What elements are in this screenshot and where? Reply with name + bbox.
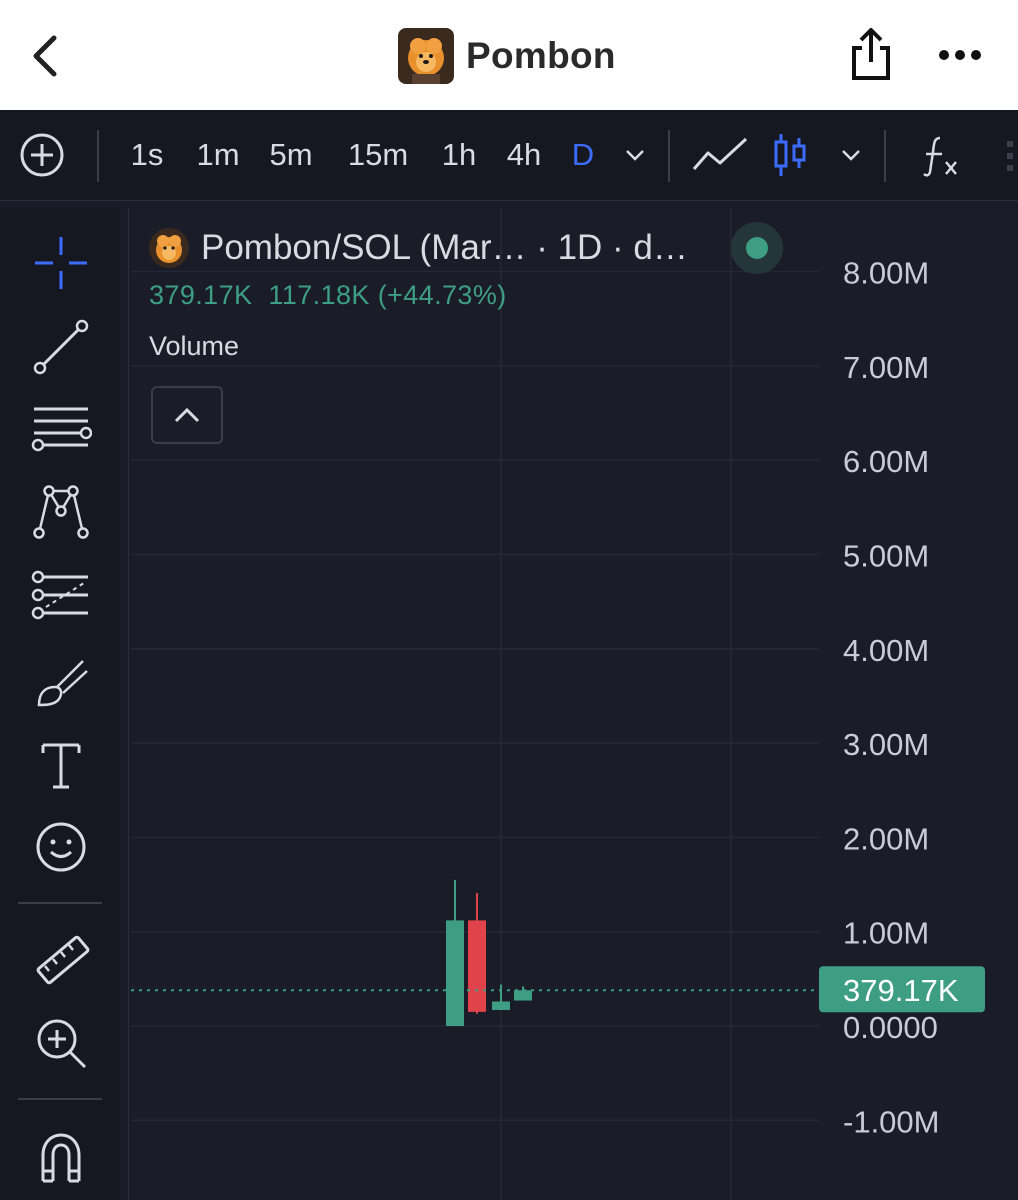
line-chart-button[interactable] bbox=[690, 110, 750, 200]
zoom-in-icon bbox=[37, 1019, 87, 1069]
interval-label: 5m bbox=[269, 137, 313, 172]
trend-line-icon bbox=[33, 319, 89, 375]
candle-body bbox=[468, 920, 486, 1012]
symbol-title: Pombon/SOL (Mar… · 1D · d… bbox=[201, 228, 688, 267]
token-logo bbox=[398, 28, 454, 84]
horizontal-lines-icon bbox=[31, 407, 92, 452]
more-button[interactable] bbox=[936, 40, 986, 70]
candle-layer bbox=[131, 879, 819, 1026]
symbol-logo bbox=[149, 228, 189, 268]
price-tick-label: 7.00M bbox=[843, 350, 929, 385]
toolbar-divider bbox=[884, 130, 886, 182]
legend-symbol-row[interactable]: Pombon/SOL (Mar… · 1D · d… bbox=[149, 222, 789, 274]
fib-retracement-tool[interactable] bbox=[20, 394, 102, 464]
interval-1s[interactable]: 1s bbox=[124, 110, 170, 200]
interval-label: 4h bbox=[506, 137, 542, 172]
interval-d[interactable]: D bbox=[566, 110, 600, 200]
zoom-tool[interactable] bbox=[20, 1008, 102, 1078]
ruler-icon bbox=[36, 935, 90, 985]
candle-body bbox=[446, 920, 464, 1026]
status-dot bbox=[746, 237, 768, 259]
app-header: Pombon bbox=[0, 0, 1018, 110]
price-tick-label: 1.00M bbox=[843, 916, 929, 951]
crosshair-icon bbox=[35, 237, 87, 289]
chart-legend: Pombon/SOL (Mar… · 1D · d… 379.17K 117.18… bbox=[149, 222, 789, 362]
candlestick-icon bbox=[774, 134, 806, 176]
chart-type-dropdown[interactable] bbox=[834, 110, 868, 200]
price-tick-label: 5.00M bbox=[843, 539, 929, 574]
toolbar-divider bbox=[97, 130, 99, 182]
chevron-up-icon bbox=[174, 407, 200, 423]
price-tick-label: -1.00M bbox=[843, 1104, 939, 1139]
collapse-legend-button[interactable] bbox=[151, 386, 223, 444]
candle-body bbox=[492, 1001, 510, 1010]
interval-1h[interactable]: 1h bbox=[436, 110, 482, 200]
pattern-icon bbox=[33, 485, 89, 539]
toolbar-divider bbox=[668, 130, 670, 182]
indicators-button[interactable] bbox=[912, 110, 968, 200]
back-button[interactable] bbox=[26, 30, 70, 82]
price-tick-label: 2.00M bbox=[843, 821, 929, 856]
measure-tool[interactable] bbox=[20, 926, 102, 996]
more-tools-button[interactable] bbox=[992, 110, 1018, 200]
crosshair-tool[interactable] bbox=[20, 228, 102, 298]
magnet-tool[interactable] bbox=[20, 1122, 102, 1192]
interval-label: 1m bbox=[196, 137, 240, 172]
legend-values: 379.17K 117.18K (+44.73%) bbox=[149, 280, 789, 311]
active-interval-label: D bbox=[571, 137, 595, 172]
interval-label: 15m bbox=[347, 137, 409, 172]
magnet-icon bbox=[41, 1133, 81, 1183]
indicator-name[interactable]: Volume bbox=[149, 331, 789, 362]
page-title: Pombon bbox=[466, 35, 616, 76]
pomeranian-logo-icon bbox=[398, 28, 454, 84]
header-center: Pombon bbox=[398, 28, 616, 84]
chart-toolbar: 1s 1m 5m 15m 1h 4h D bbox=[0, 110, 1018, 201]
text-icon bbox=[41, 743, 81, 789]
add-button[interactable] bbox=[14, 110, 70, 200]
share-button[interactable] bbox=[846, 24, 896, 84]
chart-panel[interactable]: 8.00M 7.00M 6.00M 5.00M 4.00M 3.00M 2.00M 1.00M… bbox=[128, 208, 1018, 1200]
smiley-icon bbox=[36, 822, 86, 872]
trend-line-tool[interactable] bbox=[20, 312, 102, 382]
brush-icon bbox=[37, 660, 88, 707]
candle-body bbox=[514, 990, 532, 1001]
interval-1m[interactable]: 1m bbox=[190, 110, 246, 200]
last-value: 379.17K bbox=[149, 280, 253, 310]
price-tick-label: 0.0000 bbox=[843, 1010, 938, 1045]
emoji-tool[interactable] bbox=[20, 812, 102, 882]
grid-icon bbox=[1007, 141, 1013, 171]
interval-label: 1h bbox=[441, 137, 477, 172]
chevron-down-icon bbox=[842, 150, 860, 161]
price-tick-label: 6.00M bbox=[843, 444, 929, 479]
ellipsis-icon bbox=[939, 50, 981, 60]
last-price-label: 379.17K bbox=[843, 973, 959, 1008]
price-axis: 8.00M 7.00M 6.00M 5.00M 4.00M 3.00M 2.00M 1.00M… bbox=[819, 256, 985, 1139]
market-status-indicator bbox=[731, 222, 783, 274]
interval-dropdown[interactable] bbox=[618, 110, 652, 200]
sidebar-divider bbox=[18, 902, 102, 904]
interval-15m[interactable]: 15m bbox=[340, 110, 416, 200]
chevron-down-icon bbox=[626, 150, 644, 161]
sidebar-divider bbox=[18, 1098, 102, 1100]
projection-icon bbox=[31, 570, 88, 620]
pattern-tool[interactable] bbox=[20, 476, 102, 546]
text-tool[interactable] bbox=[20, 730, 102, 800]
function-icon bbox=[923, 136, 957, 177]
line-chart-icon bbox=[692, 137, 748, 170]
interval-label: 1s bbox=[130, 137, 164, 172]
pomeranian-logo-icon bbox=[149, 228, 189, 268]
drawing-toolbar bbox=[0, 208, 120, 1200]
chevron-left-icon bbox=[33, 35, 57, 77]
brush-tool[interactable] bbox=[20, 648, 102, 718]
candles-chart-button[interactable] bbox=[770, 110, 810, 200]
interval-4h[interactable]: 4h bbox=[500, 110, 548, 200]
price-tick-label: 3.00M bbox=[843, 727, 929, 762]
price-tick-label: 8.00M bbox=[843, 256, 929, 291]
prediction-tool[interactable] bbox=[20, 562, 102, 632]
price-tick-label: 4.00M bbox=[843, 633, 929, 668]
share-icon bbox=[852, 28, 890, 80]
interval-5m[interactable]: 5m bbox=[262, 110, 320, 200]
change-value: 117.18K (+44.73%) bbox=[268, 280, 507, 310]
plus-circle-icon bbox=[20, 133, 64, 177]
